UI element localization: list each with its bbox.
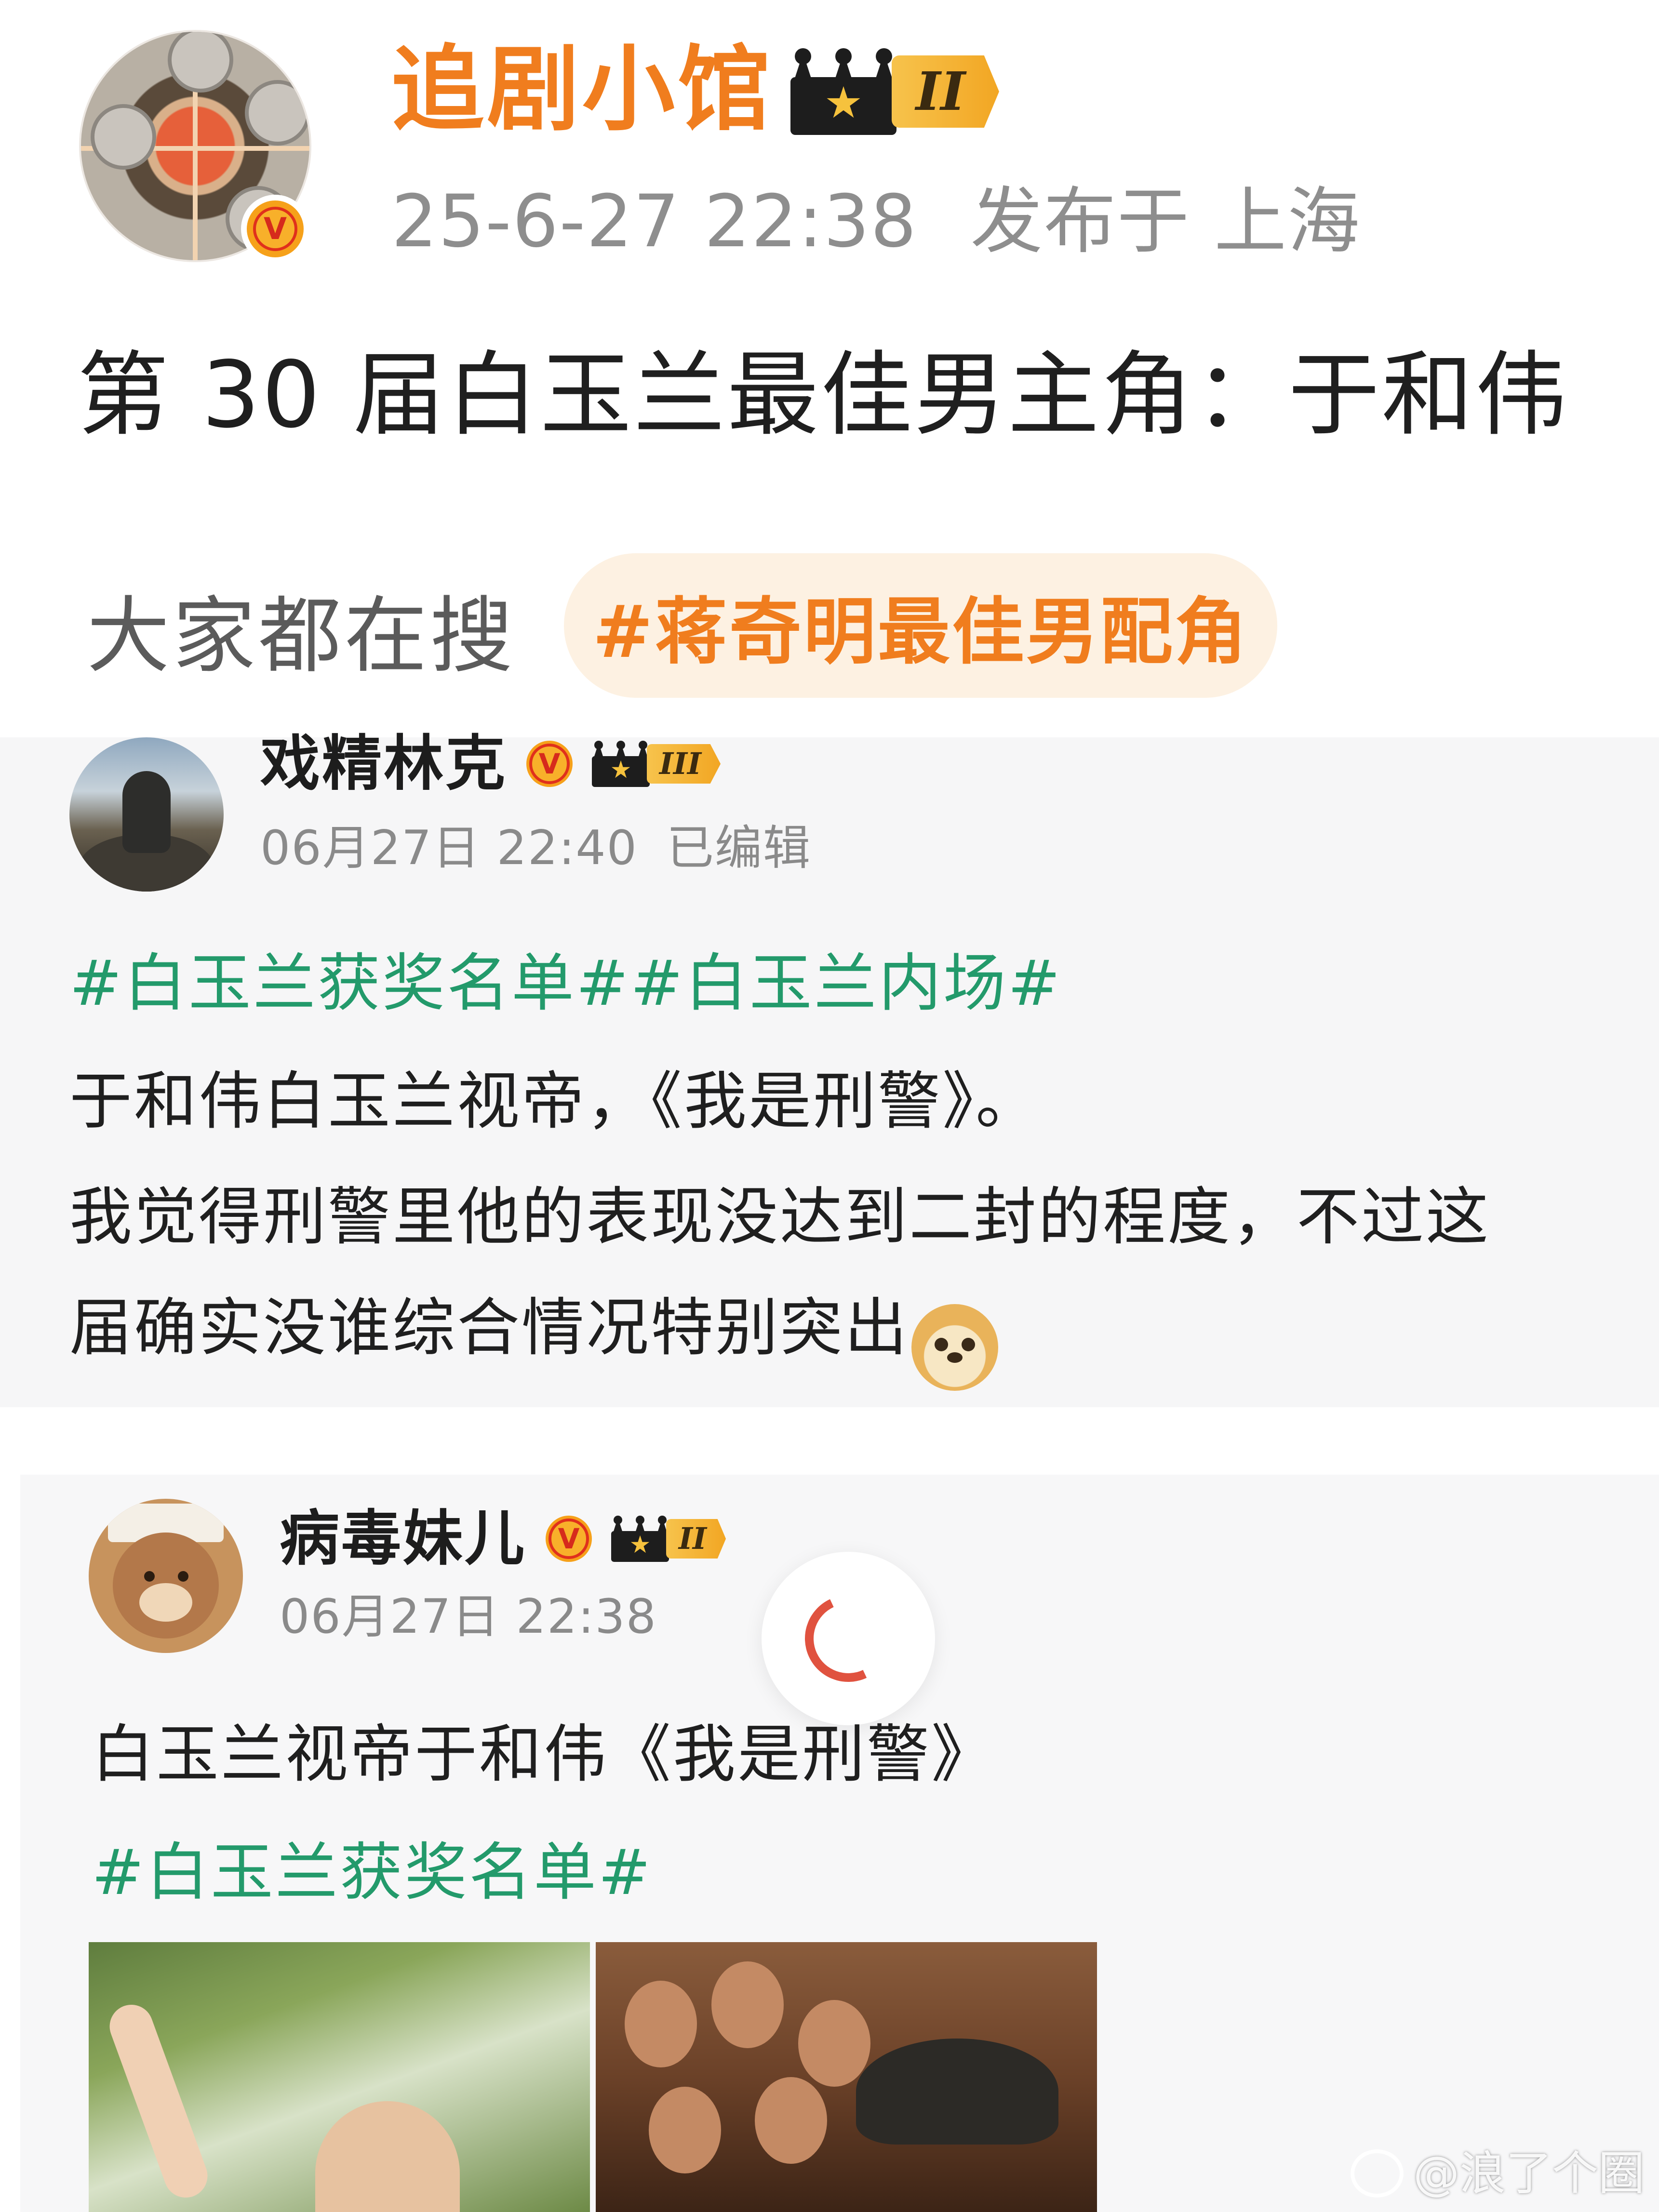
main-post-timestamp: 25-6-27 22:38 [391, 180, 918, 264]
watermark-text: @浪了个圈 [1413, 2146, 1645, 2200]
vip-level-label: III [647, 744, 721, 784]
verified-icon: V [241, 195, 309, 263]
comment-body-line-with-emoji: 届确实没谁综合情况特别突出 [69, 1287, 999, 1391]
vip-level-label: II [892, 55, 999, 128]
comment-hashtags[interactable]: #白玉兰获奖名单##白玉兰内场# [69, 942, 1062, 1024]
doge-emoji-icon [911, 1304, 999, 1391]
main-post-text: 第 30 届白玉兰最佳男主角：于和伟 [77, 342, 1569, 448]
verified-icon: V [526, 741, 573, 787]
verified-icon: V [546, 1516, 592, 1562]
weibo-logo-icon [1351, 2149, 1404, 2198]
comment-username[interactable]: 病毒妹儿 [280, 1503, 526, 1575]
comment-header: 戏精林克 V ★ III [260, 728, 721, 800]
comment-header: 病毒妹儿 V ★ II [280, 1503, 726, 1575]
crown-icon: ★ [790, 48, 896, 135]
comment-image[interactable] [596, 1942, 1097, 2212]
main-post-location: 发布于 上海 [970, 180, 1361, 264]
loading-spinner-icon [762, 1552, 935, 1725]
vip-badge[interactable]: ★ II [611, 1516, 726, 1562]
comment-avatar[interactable] [69, 737, 224, 892]
comment-image[interactable] [89, 1942, 590, 2212]
watermark: @浪了个圈 [1351, 2145, 1645, 2202]
vip-badge[interactable]: ★ II [790, 48, 999, 135]
comment-date: 06月27日 22:38 [280, 1589, 657, 1644]
comment-date: 06月27日 22:40 [260, 821, 638, 876]
comment-body-text: 届确实没谁综合情况特别突出 [69, 1291, 910, 1364]
comment-username[interactable]: 戏精林克 [260, 728, 507, 800]
comment-body-line: 我觉得刑警里他的表现没达到二封的程度，不过这 [69, 1180, 1491, 1253]
comment-meta: 06月27日 22:38 [280, 1586, 657, 1648]
comment-edited-label: 已编辑 [666, 821, 811, 876]
comment-hashtags[interactable]: #白玉兰获奖名单# [92, 1831, 653, 1913]
trending-search-chip-text[interactable]: #蒋奇明最佳男配角 [592, 573, 1249, 678]
comment-body-line: 白玉兰视帝于和伟《我是刑警》 [92, 1718, 996, 1791]
trending-search-label: 大家都在搜 [87, 587, 516, 684]
main-post-username[interactable]: 追剧小馆 [391, 35, 773, 146]
trending-search-chip[interactable]: #蒋奇明最佳男配角 [564, 553, 1277, 698]
comment-body-line: 于和伟白玉兰视帝，《我是刑警》。 [69, 1065, 1041, 1138]
vip-level-label: II [666, 1519, 726, 1559]
comment-meta: 06月27日 22:40 已编辑 [260, 817, 811, 879]
comment-avatar[interactable] [89, 1499, 243, 1653]
main-post-username-text[interactable]: 追剧小馆 [391, 36, 773, 144]
main-post-meta: 25-6-27 22:38 发布于 上海 [391, 178, 1361, 265]
crown-icon: ★ [592, 741, 650, 787]
vip-badge[interactable]: ★ III [592, 741, 721, 787]
crown-icon: ★ [611, 1516, 669, 1562]
